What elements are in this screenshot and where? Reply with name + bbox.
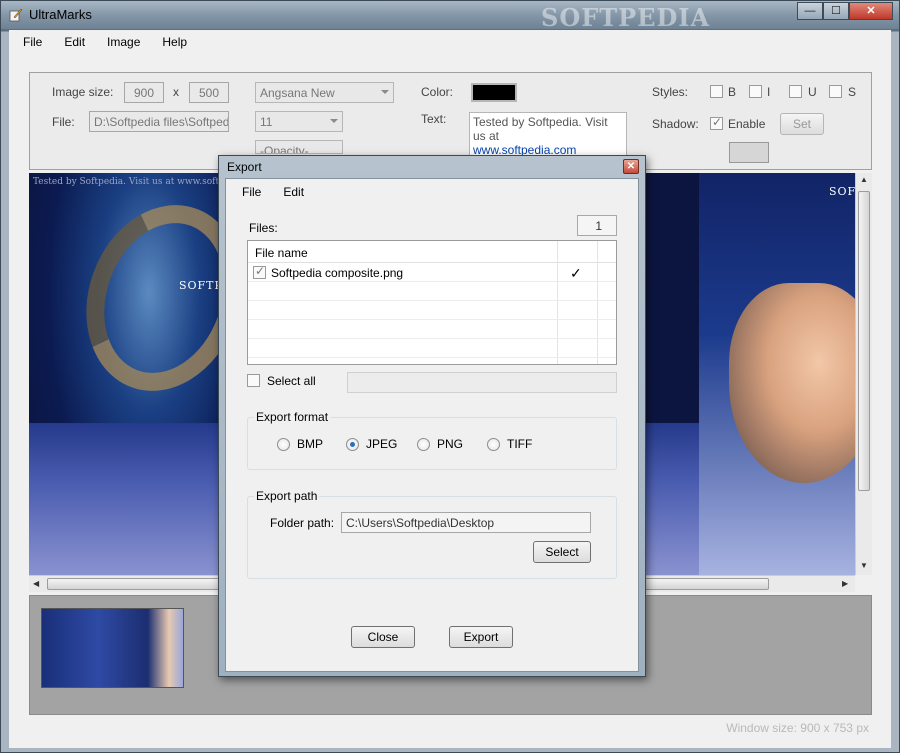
file-row-checkbox[interactable] (253, 264, 266, 279)
underline-label: U (808, 85, 817, 99)
watermark-text-value: Tested by Softpedia. Visit us at (473, 115, 608, 143)
chevron-down-icon (381, 90, 389, 94)
export-dialog: Export ✕ File Edit Files: 1 File name So… (218, 155, 646, 677)
select-all-checkbox[interactable] (247, 374, 260, 387)
styles-label: Styles: (652, 85, 689, 99)
thumbnail-image[interactable] (41, 608, 184, 688)
close-button[interactable]: ✕ (849, 2, 893, 20)
brand-text-right: SOFT (829, 185, 855, 198)
bold-checkbox[interactable] (710, 85, 723, 98)
font-size-select[interactable]: 11 (255, 111, 343, 132)
strike-label: S (848, 85, 857, 99)
file-label: File: (52, 115, 75, 129)
menu-image[interactable]: Image (93, 30, 148, 54)
select-folder-button[interactable]: Select (533, 541, 591, 563)
tiff-radio[interactable] (487, 438, 500, 451)
opacity-value: -Opacity- (260, 144, 309, 154)
export-format-group: Export format BMP JPEG PNG TIFF (247, 410, 617, 470)
bmp-radio[interactable] (277, 438, 290, 451)
font-size-value: 11 (260, 115, 273, 129)
dialog-title: Export (227, 160, 262, 174)
shadow-color-swatch[interactable] (729, 142, 769, 163)
scroll-up-icon[interactable]: ▲ (860, 175, 868, 184)
menu-help[interactable]: Help (148, 30, 195, 54)
color-label: Color: (421, 85, 454, 99)
shadow-enable-checkbox[interactable] (710, 115, 723, 130)
height-input[interactable]: 500 (189, 82, 229, 103)
bold-label: B (728, 85, 737, 99)
window-title: UltraMarks (29, 7, 92, 22)
menu-edit[interactable]: Edit (50, 30, 93, 54)
watermark-text-input[interactable]: Tested by Softpedia. Visit us at www.sof… (469, 112, 627, 157)
vertical-scroll-thumb[interactable] (858, 191, 870, 491)
file-name-column-header[interactable]: File name (248, 241, 315, 262)
png-radio[interactable] (417, 438, 430, 451)
dialog-menu-bar: File Edit (226, 179, 310, 201)
set-button[interactable]: Set (780, 113, 824, 135)
dialog-menu-file[interactable]: File (226, 179, 267, 201)
scroll-left-icon[interactable]: ◀ (33, 579, 39, 588)
app-icon (9, 8, 23, 22)
vertical-scrollbar[interactable]: ▲ ▼ (855, 173, 872, 575)
folder-path-label: Folder path: (270, 516, 335, 530)
shadow-label: Shadow: (652, 117, 699, 131)
size-separator: x (173, 85, 179, 99)
file-row-name: Softpedia composite.png (271, 266, 404, 280)
bmp-label: BMP (297, 437, 324, 451)
files-label: Files: (249, 221, 278, 235)
softpedia-watermark: SOFTPEDIA (541, 3, 711, 32)
menu-bar: File Edit Image Help (9, 30, 891, 54)
minimize-button[interactable]: — (797, 2, 823, 20)
folder-path-input[interactable]: C:\Users\Softpedia\Desktop (341, 512, 591, 533)
dialog-menu-edit[interactable]: Edit (267, 179, 310, 201)
italic-label: I (767, 85, 771, 99)
image-size-label: Image size: (52, 85, 114, 99)
files-list-header: File name (248, 241, 616, 263)
files-count: 1 (577, 215, 617, 236)
dialog-close-icon[interactable]: ✕ (623, 159, 639, 174)
tiff-label: TIFF (507, 437, 533, 451)
chevron-down-icon (330, 119, 338, 123)
scroll-right-icon[interactable]: ▶ (842, 579, 848, 588)
table-row[interactable]: Softpedia composite.png ✓ (248, 264, 616, 282)
close-dialog-button[interactable]: Close (351, 626, 415, 648)
menu-file[interactable]: File (9, 30, 50, 54)
window-size-status: Window size: 900 x 753 px (726, 721, 869, 735)
text-label: Text: (421, 112, 447, 126)
italic-checkbox[interactable] (749, 85, 762, 98)
export-button[interactable]: Export (449, 626, 513, 648)
title-bar[interactable]: UltraMarks SOFTPEDIA — ☐ ✕ (1, 1, 899, 32)
select-all-label: Select all (267, 374, 316, 388)
files-list[interactable]: File name Softpedia composite.png ✓ (247, 240, 617, 365)
dialog-client: File Edit Files: 1 File name Softpedia c… (225, 178, 639, 672)
progress-bar (347, 372, 617, 393)
underline-checkbox[interactable] (789, 85, 802, 98)
opacity-select[interactable]: -Opacity- (255, 140, 343, 154)
jpeg-label: JPEG (366, 437, 398, 451)
check-icon: ✓ (570, 265, 582, 281)
file-path-input[interactable]: D:\Softpedia files\Softpedia (89, 111, 229, 132)
export-path-group: Export path Folder path: C:\Users\Softpe… (247, 489, 617, 579)
font-select[interactable]: Angsana New (255, 82, 394, 103)
export-path-title: Export path (254, 489, 320, 503)
shadow-enable-label: Enable (728, 117, 766, 131)
color-picker[interactable] (471, 83, 517, 102)
export-format-title: Export format (254, 410, 331, 424)
width-input[interactable]: 900 (124, 82, 164, 103)
maximize-button[interactable]: ☐ (823, 2, 849, 20)
font-value: Angsana New (260, 86, 335, 100)
png-label: PNG (437, 437, 464, 451)
jpeg-radio[interactable] (346, 438, 359, 451)
scroll-down-icon[interactable]: ▼ (860, 561, 868, 570)
strike-checkbox[interactable] (829, 85, 842, 98)
